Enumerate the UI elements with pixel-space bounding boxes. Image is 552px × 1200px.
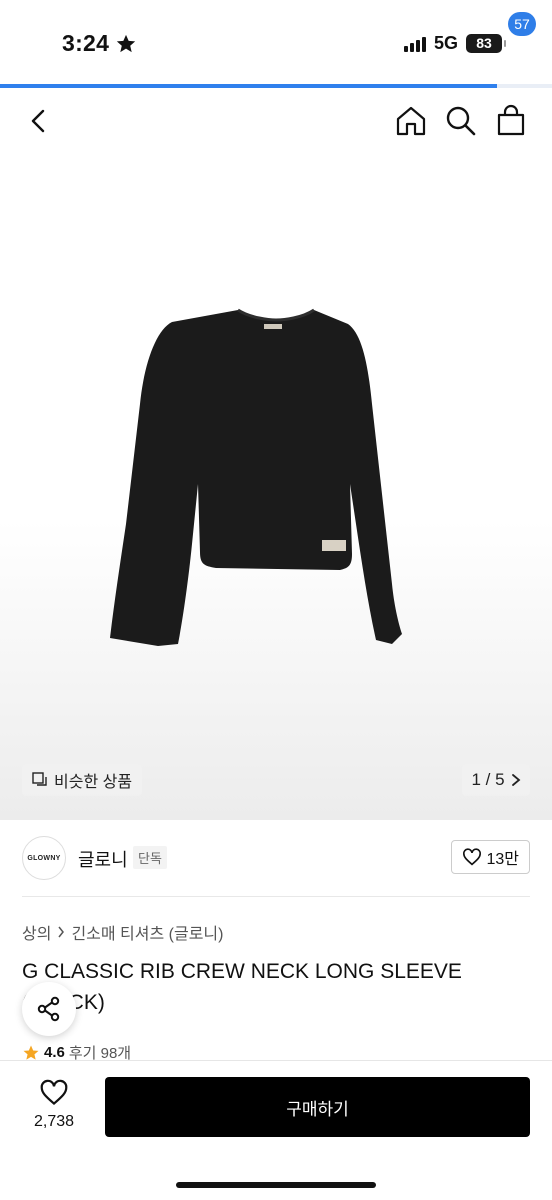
share-button[interactable] [22, 982, 76, 1036]
brand-like-count: 13만 [486, 851, 519, 868]
home-icon[interactable] [394, 104, 428, 138]
buy-button-label: 구매하기 [286, 1099, 349, 1119]
similar-icon [32, 772, 47, 786]
cart-icon[interactable] [494, 104, 528, 138]
star-icon [23, 1045, 39, 1060]
product-image [110, 308, 402, 646]
signal-icon [403, 36, 426, 52]
breadcrumb: 상의 긴소매 티셔츠 (글로니) [22, 920, 223, 944]
share-icon [37, 996, 60, 1022]
wishlist-count: 2,738 [33, 1113, 75, 1130]
top-nav [0, 88, 552, 154]
similar-products-button[interactable]: 비슷한 상품 [22, 764, 143, 796]
similar-products-label: 비슷한 상품 [54, 774, 133, 791]
exclusive-badge: 단독 [133, 846, 167, 869]
divider [22, 896, 530, 897]
time-text: 3:24 [62, 30, 110, 56]
cart-count-badge: 57 [508, 12, 536, 36]
chevron-right-icon [511, 774, 520, 786]
network-label: 5G [433, 33, 458, 53]
brand-logo-text: GLOWNY [27, 854, 61, 862]
star-icon [117, 34, 136, 52]
brand-like-button[interactable]: 13만 [451, 840, 530, 874]
home-indicator [176, 1182, 376, 1188]
brand-name[interactable]: 글로니 [78, 846, 128, 872]
status-bar: 3:24 5G 83 [0, 0, 552, 86]
battery-icon: 83 [466, 34, 506, 53]
brand-row: GLOWNY 글로니 단독 13만 [0, 834, 552, 896]
wishlist-button[interactable]: 2,738 [22, 1079, 86, 1131]
image-pager[interactable]: 1 / 5 [462, 764, 530, 796]
heart-icon [40, 1079, 68, 1106]
purchase-bar: 2,738 구매하기 [0, 1060, 552, 1200]
brand-logo[interactable]: GLOWNY [22, 836, 66, 880]
chevron-right-icon [58, 926, 65, 938]
product-image-gallery[interactable]: 비슷한 상품 1 / 5 [0, 154, 552, 820]
status-indicators: 5G 83 [403, 33, 506, 54]
search-icon[interactable] [444, 104, 478, 138]
heart-icon [463, 848, 482, 866]
rating-score: 4.6 [44, 1044, 65, 1061]
back-icon[interactable] [24, 106, 54, 136]
breadcrumb-category[interactable]: 상의 [22, 920, 51, 944]
pager-text: 1 / 5 [471, 770, 505, 789]
breadcrumb-subcategory[interactable]: 긴소매 티셔츠 (글로니) [71, 920, 223, 944]
status-time: 3:24 [62, 30, 137, 57]
buy-button[interactable]: 구매하기 [105, 1077, 530, 1137]
product-title: G CLASSIC RIB CREW NECK LONG SLEEVE (BLA… [22, 960, 462, 1014]
